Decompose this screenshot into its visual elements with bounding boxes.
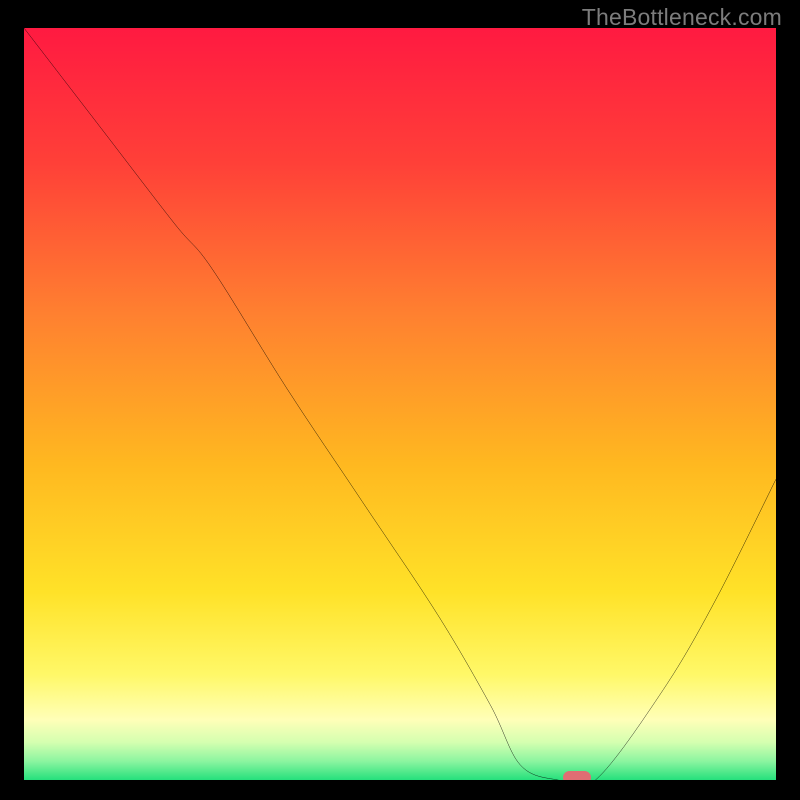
chart-frame: TheBottleneck.com — [0, 0, 800, 800]
plot-area — [24, 28, 776, 780]
optimum-marker — [563, 771, 591, 780]
bottleneck-curve — [24, 28, 776, 780]
watermark-text: TheBottleneck.com — [582, 4, 782, 31]
